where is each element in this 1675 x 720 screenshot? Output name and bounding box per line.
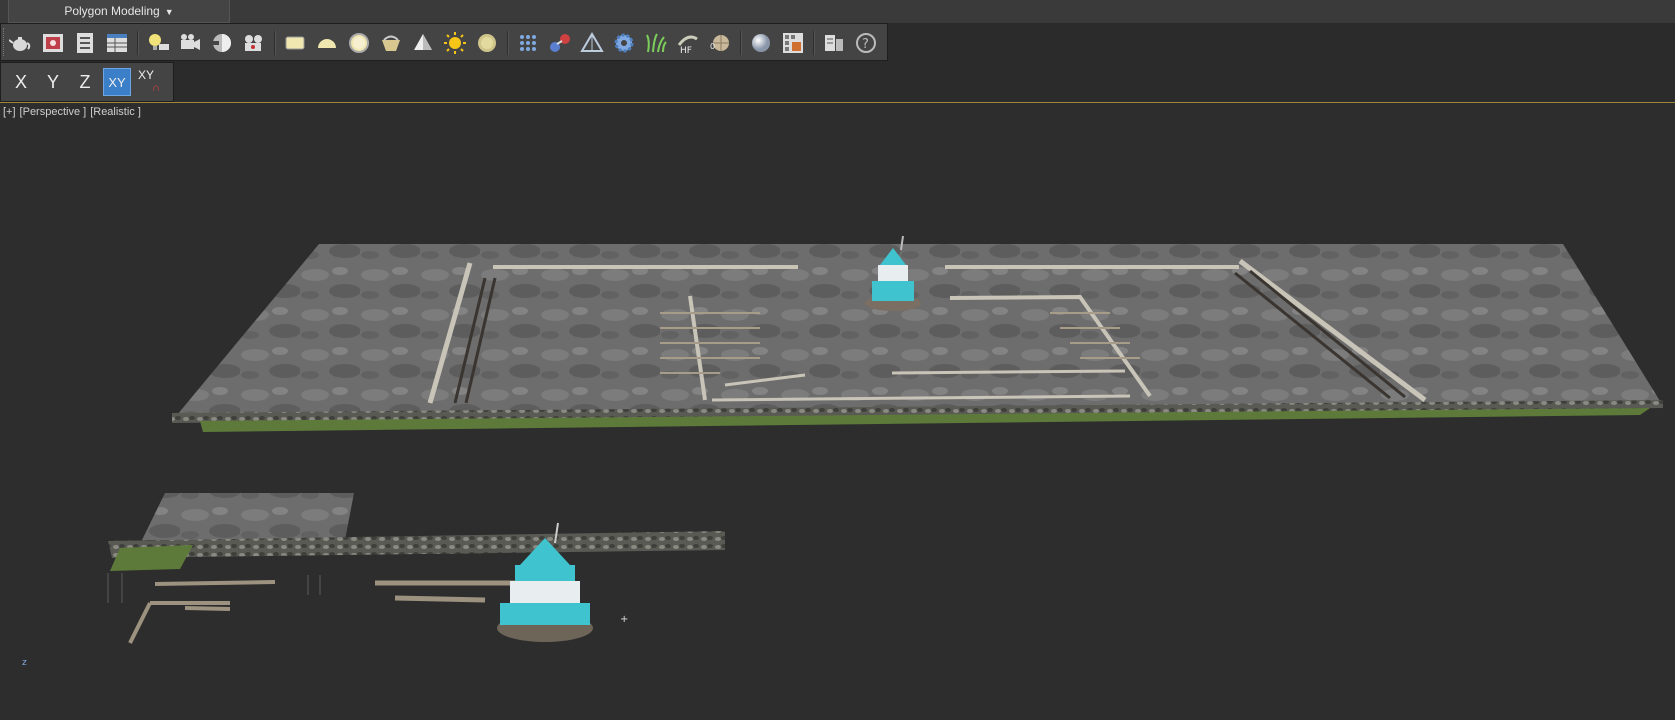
plane-icon[interactable] bbox=[281, 29, 309, 57]
magnet-icon: ∩ bbox=[152, 82, 160, 94]
toolbar-grip[interactable] bbox=[3, 28, 6, 56]
grass-icon[interactable] bbox=[642, 29, 670, 57]
svg-text:0: 0 bbox=[710, 42, 715, 51]
render-table-icon[interactable] bbox=[103, 29, 131, 57]
toolbar-separator bbox=[137, 31, 139, 55]
camera-sequence-icon[interactable] bbox=[208, 29, 236, 57]
axis-y-button[interactable]: Y bbox=[39, 68, 67, 96]
toolbar-separator bbox=[507, 31, 509, 55]
dock-pieces-left bbox=[128, 580, 276, 644]
sphere-ring-icon[interactable] bbox=[345, 29, 373, 57]
axis-constraints-toolbar: X Y Z XY XY ∩ bbox=[0, 62, 174, 102]
toolbar-separator bbox=[740, 31, 742, 55]
particle-grid-icon[interactable] bbox=[514, 29, 542, 57]
z-axis-indicator: z bbox=[22, 658, 27, 668]
axis-x-button[interactable]: X bbox=[7, 68, 35, 96]
dock-posts bbox=[107, 573, 321, 603]
water-tile bbox=[142, 493, 354, 540]
material-editor-icon[interactable] bbox=[779, 29, 807, 57]
toolbar-separator bbox=[274, 31, 276, 55]
dock-pieces-middle bbox=[375, 580, 515, 603]
help-icon[interactable]: ? bbox=[852, 29, 880, 57]
svg-text:?: ? bbox=[862, 37, 869, 52]
molecule-icon[interactable] bbox=[546, 29, 574, 57]
ribbon-tab-polygon-modeling[interactable]: Polygon Modeling ▼ bbox=[8, 0, 230, 23]
perspective-viewport[interactable]: [+] [Perspective ] [Realistic ] z + bbox=[0, 103, 1675, 720]
scene-canvas[interactable]: z + bbox=[0, 103, 1675, 720]
basket-icon[interactable] bbox=[377, 29, 405, 57]
hf-icon[interactable]: HF bbox=[674, 29, 702, 57]
svg-text:HF: HF bbox=[680, 46, 692, 55]
ribbon-tab-label: Polygon Modeling bbox=[64, 4, 160, 18]
material-sphere-icon[interactable] bbox=[747, 29, 775, 57]
camera-icon[interactable] bbox=[176, 29, 204, 57]
mesh-ball-icon[interactable]: 0 bbox=[706, 29, 734, 57]
teapot-icon[interactable] bbox=[7, 29, 35, 57]
axis-xy-snap-label: XY bbox=[138, 68, 155, 82]
hemisphere-icon[interactable] bbox=[313, 29, 341, 57]
gear-icon[interactable] bbox=[610, 29, 638, 57]
axis-z-button[interactable]: Z bbox=[71, 68, 99, 96]
toolbar-separator bbox=[813, 31, 815, 55]
film-icon[interactable] bbox=[240, 29, 268, 57]
chevron-down-icon[interactable]: ▼ bbox=[165, 7, 174, 17]
cone-icon[interactable] bbox=[409, 29, 437, 57]
axis-xy-snap-button[interactable]: XY ∩ bbox=[135, 68, 163, 96]
tent-icon[interactable] bbox=[578, 29, 606, 57]
main-toolbar: HF 0 ? bbox=[0, 23, 888, 61]
render-setup-icon[interactable] bbox=[71, 29, 99, 57]
render-frame-icon[interactable] bbox=[39, 29, 67, 57]
sun-icon[interactable] bbox=[441, 29, 469, 57]
disc-icon[interactable] bbox=[473, 29, 501, 57]
water-plane bbox=[172, 244, 1663, 421]
cursor-crosshair: + bbox=[620, 614, 628, 625]
axis-xy-button[interactable]: XY bbox=[103, 68, 131, 96]
grass-tile bbox=[110, 545, 193, 571]
layer-manager-icon[interactable] bbox=[820, 29, 848, 57]
light-lister-icon[interactable] bbox=[144, 29, 172, 57]
ribbon-strip: Polygon Modeling ▼ bbox=[0, 0, 1675, 24]
